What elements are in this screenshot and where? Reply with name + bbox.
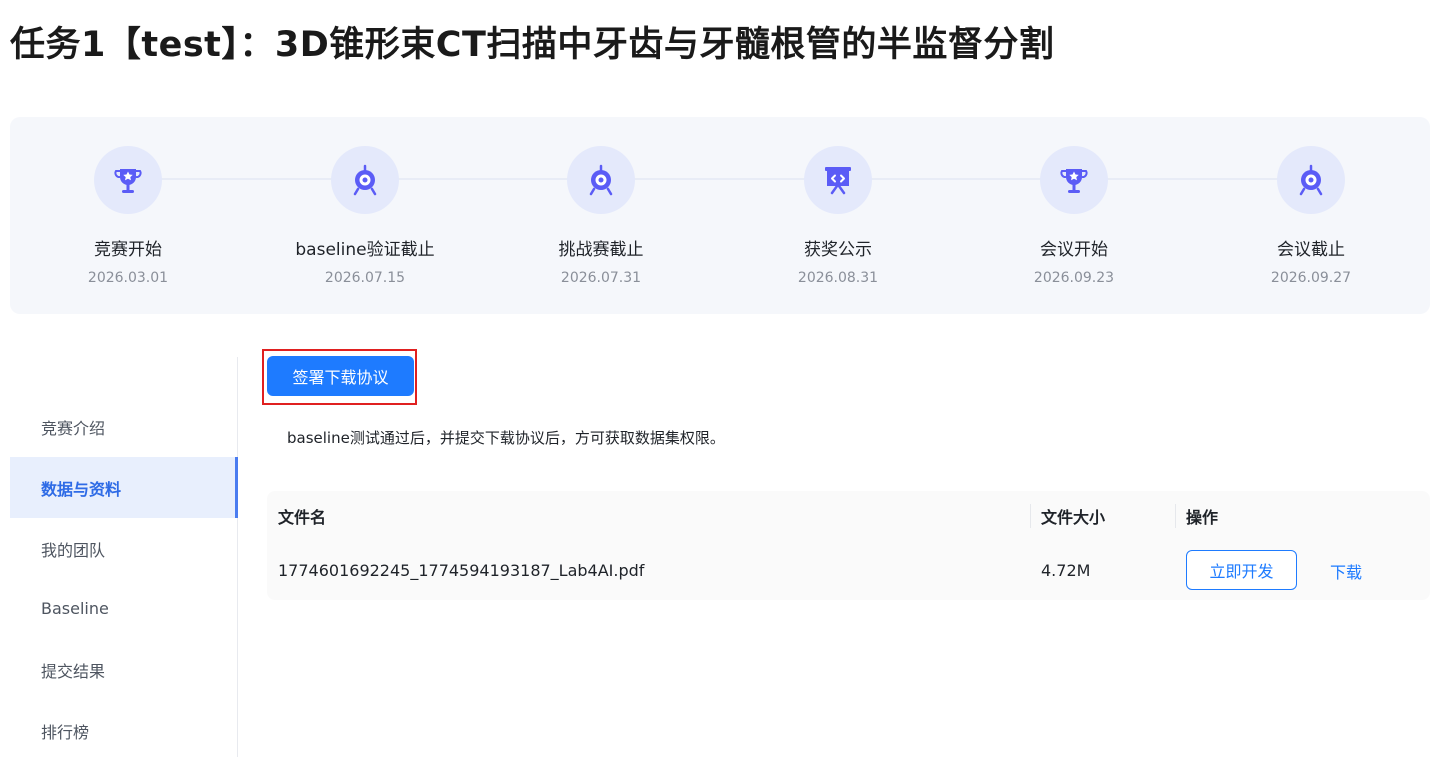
sidebar-item-team[interactable]: 我的团队 <box>10 518 238 579</box>
timeline-label: 挑战赛截止 <box>558 240 644 260</box>
target-icon <box>567 146 635 214</box>
timeline-step-2: baseline验证截止 2026.07.15 <box>247 146 483 286</box>
timeline-date: 2026.09.23 <box>1033 270 1115 286</box>
timeline-step-1: 竞赛开始 2026.03.01 <box>10 146 246 286</box>
target-icon <box>1277 146 1345 214</box>
sidebar-item-baseline[interactable]: Baseline <box>10 578 238 639</box>
trophy-icon <box>1040 146 1108 214</box>
file-size-cell: 4.72M <box>1041 561 1091 580</box>
column-header-filesize: 文件大小 <box>1041 508 1106 527</box>
access-notice: baseline测试通过后，并提交下载协议后，方可获取数据集权限。 <box>287 429 725 447</box>
sidebar: 竞赛介绍 数据与资料 我的团队 Baseline 提交结果 排行榜 <box>10 357 238 757</box>
column-divider <box>1175 504 1176 528</box>
sidebar-item-intro[interactable]: 竞赛介绍 <box>10 396 238 457</box>
sidebar-item-leaderboard[interactable]: 排行榜 <box>10 700 238 761</box>
timeline: 竞赛开始 2026.03.01 baseline验证截止 2026.07.15 <box>10 117 1430 314</box>
sidebar-item-data[interactable]: 数据与资料 <box>10 457 238 518</box>
presentation-board-icon <box>804 146 872 214</box>
file-table: 文件名 文件大小 操作 1774601692245_1774594193187_… <box>267 491 1430 600</box>
timeline-date: 2026.09.27 <box>1270 270 1352 286</box>
timeline-step-5: 会议开始 2026.09.23 <box>956 146 1192 286</box>
timeline-label: 会议开始 <box>1040 240 1108 260</box>
timeline-step-6: 会议截止 2026.09.27 <box>1193 146 1429 286</box>
sidebar-item-submit[interactable]: 提交结果 <box>10 639 238 700</box>
timeline-label: 获奖公示 <box>804 240 872 260</box>
page-title: 任务1【test】：3D锥形束CT扫描中牙齿与牙髓根管的半监督分割 <box>10 25 1055 65</box>
timeline-label: 竞赛开始 <box>94 240 162 260</box>
timeline-label: 会议截止 <box>1277 240 1345 260</box>
column-header-actions: 操作 <box>1186 508 1219 527</box>
download-link[interactable]: 下载 <box>1330 541 1362 600</box>
trophy-icon <box>94 146 162 214</box>
timeline-date: 2026.08.31 <box>797 270 879 286</box>
develop-now-button[interactable]: 立即开发 <box>1186 550 1297 590</box>
timeline-date: 2026.03.01 <box>87 270 169 286</box>
timeline-step-4: 获奖公示 2026.08.31 <box>720 146 956 286</box>
file-name-cell: 1774601692245_1774594193187_Lab4AI.pdf <box>278 561 645 580</box>
timeline-step-3: 挑战赛截止 2026.07.31 <box>483 146 719 286</box>
timeline-date: 2026.07.31 <box>560 270 642 286</box>
timeline-label: baseline验证截止 <box>295 240 435 260</box>
timeline-date: 2026.07.15 <box>324 270 406 286</box>
sign-agreement-button[interactable]: 签署下载协议 <box>267 356 414 396</box>
column-header-filename: 文件名 <box>278 508 327 527</box>
column-divider <box>1030 504 1031 528</box>
target-icon <box>331 146 399 214</box>
